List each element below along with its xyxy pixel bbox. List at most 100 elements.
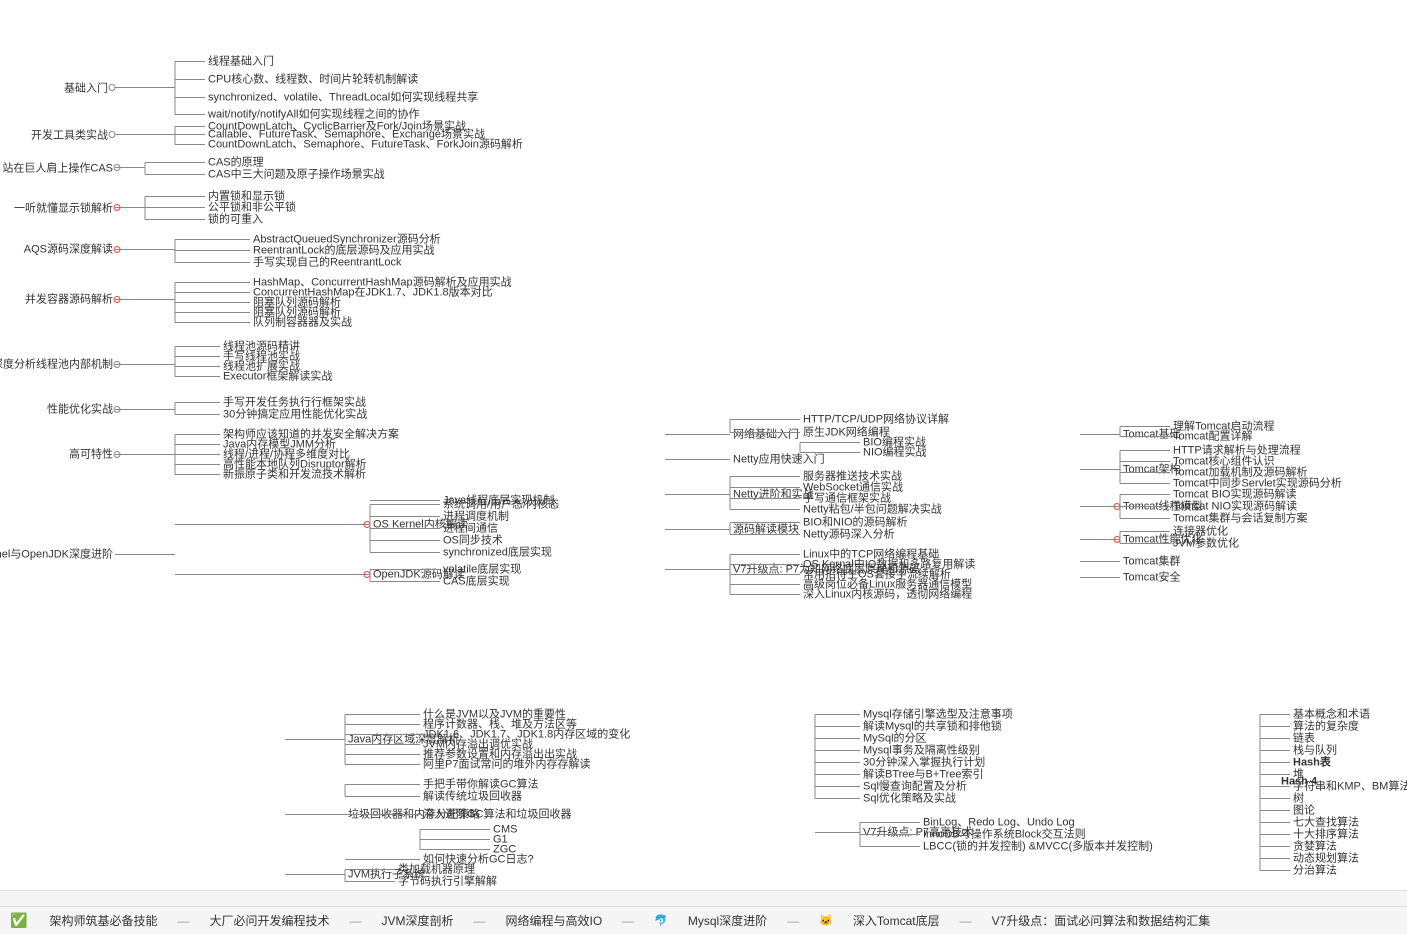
svg-text:进程调度机制: 进程调度机制 xyxy=(443,509,509,523)
svg-text:Tomcat中同步Servlet实现源码分析: Tomcat中同步Servlet实现源码分析 xyxy=(1173,476,1342,490)
svg-text:阿里P7面试常问的堆外内存存解读: 阿里P7面试常问的堆外内存存解读 xyxy=(423,757,590,771)
svg-text:手写开发任务执行行框架实战: 手写开发任务执行行框架实战 xyxy=(223,395,366,409)
svg-text:NIO编程实战: NIO编程实战 xyxy=(863,445,927,459)
svg-text:队列制容器器及实战: 队列制容器器及实战 xyxy=(253,315,352,329)
svg-text:wait/notify/notifyAll如何实现线程之间的: wait/notify/notifyAll如何实现线程之间的协作 xyxy=(207,107,419,121)
svg-text:线程基础入门: 线程基础入门 xyxy=(208,54,274,68)
svg-text:开发工具类实战: 开发工具类实战 xyxy=(31,128,108,142)
svg-text:七大查找算法: 七大查找算法 xyxy=(1293,815,1359,829)
nav-separator-3: — xyxy=(473,914,485,928)
nav-item-mysql[interactable]: Mysql深度进阶 xyxy=(688,912,767,929)
svg-text:AQS源码深度解读: AQS源码深度解读 xyxy=(24,242,113,256)
svg-text:Tomcat核心组件认识: Tomcat核心组件认识 xyxy=(1173,454,1274,468)
svg-text:新振原子类和开发流技术解析: 新振原子类和开发流技术解析 xyxy=(223,467,366,481)
svg-text:Sql慢查询配置及分析: Sql慢查询配置及分析 xyxy=(863,779,967,793)
svg-text:基础入门: 基础入门 xyxy=(64,81,108,95)
svg-text:性能优化实战: 性能优化实战 xyxy=(47,402,113,416)
svg-text:一听就懂显示锁解析: 一听就懂显示锁解析 xyxy=(14,201,113,215)
svg-text:手把手带你解读GC算法: 手把手带你解读GC算法 xyxy=(423,777,539,791)
svg-text:Hash表: Hash表 xyxy=(1293,755,1332,769)
main-container: 线程基础入门 CPU核心数、线程数、时间片轮转机制解读 synchronized… xyxy=(0,0,1407,934)
svg-text:深度分析线程池内部机制: 深度分析线程池内部机制 xyxy=(0,357,113,371)
bottom-nav: ✅ 架构师筑基必备技能 — 大厂必问开发编程技术 — JVM深度剖析 — 网络编… xyxy=(0,906,1407,934)
svg-text:解读Mysql的共享锁和排他锁: 解读Mysql的共享锁和排他锁 xyxy=(863,719,1002,733)
svg-text:30分钟深入掌握执行计划: 30分钟深入掌握执行计划 xyxy=(863,755,985,769)
nav-item-jvm[interactable]: JVM深度剖析 xyxy=(381,912,453,929)
svg-text:字节码执行引擎解解: 字节码执行引擎解解 xyxy=(398,874,497,888)
svg-text:Netty应用快速入门: Netty应用快速入门 xyxy=(733,452,825,466)
mindmap-diagram: 线程基础入门 CPU核心数、线程数、时间片轮转机制解读 synchronized… xyxy=(0,0,1407,934)
svg-text:BinLog、Redo Log、Undo Log: BinLog、Redo Log、Undo Log xyxy=(923,817,1075,829)
svg-text:volatile底层实现: volatile底层实现 xyxy=(443,562,521,576)
svg-text:栈与队列: 栈与队列 xyxy=(1293,743,1337,757)
svg-text:解读BTree与B+Tree索引: 解读BTree与B+Tree索引 xyxy=(863,767,984,781)
svg-text:synchronized底层实现: synchronized底层实现 xyxy=(443,545,552,559)
svg-text:Tomcat架构: Tomcat架构 xyxy=(1123,462,1180,476)
svg-text:BIO和NIO的源码解析: BIO和NIO的源码解析 xyxy=(803,515,908,529)
nav-item-dafang[interactable]: 大厂必问开发编程技术 xyxy=(209,912,329,929)
svg-text:Hash 4: Hash 4 xyxy=(1281,776,1318,788)
svg-text:HTTP/TCP/UDP网络协议详解: HTTP/TCP/UDP网络协议详解 xyxy=(803,412,949,426)
svg-text:MySql的分区: MySql的分区 xyxy=(863,731,927,745)
svg-text:CPU核心数、线程数、时间片轮转机制解读: CPU核心数、线程数、时间片轮转机制解读 xyxy=(208,72,418,86)
svg-text:HTTP请求解析与处理流程: HTTP请求解析与处理流程 xyxy=(1173,443,1301,457)
svg-text:Tomcat加载机制及源码解析: Tomcat加载机制及源码解析 xyxy=(1173,465,1307,479)
svg-text:Tomcat基础: Tomcat基础 xyxy=(1123,428,1180,441)
nav-icon-tomcat: 🐱 xyxy=(819,914,833,927)
svg-text:Mysql事务及隔离性级别: Mysql事务及隔离性级别 xyxy=(863,743,980,757)
svg-text:LBCC(锁的并发控制) &MVCC(多版本并发控制): LBCC(锁的并发控制) &MVCC(多版本并发控制) xyxy=(923,839,1153,853)
svg-text:深入Linux内核源码，透彻网络编程: 深入Linux内核源码，透彻网络编程 xyxy=(803,587,972,601)
svg-text:Tomcat集群: Tomcat集群 xyxy=(1123,554,1180,568)
svg-text:链表: 链表 xyxy=(1293,731,1315,745)
svg-text:Tomcat BIO实现源码解读: Tomcat BIO实现源码解读 xyxy=(1173,487,1296,501)
svg-text:高可特性: 高可特性 xyxy=(69,447,113,461)
nav-icon-arch: ✅ xyxy=(10,912,27,929)
nav-separator-6: — xyxy=(960,914,972,928)
svg-text:手写通信框架实战: 手写通信框架实战 xyxy=(803,491,891,505)
svg-text:解读传统垃圾回收器: 解读传统垃圾回收器 xyxy=(423,789,522,803)
svg-text:图论: 图论 xyxy=(1293,803,1315,817)
svg-text:V7升级点: P7为技术必备 Kernel与OpenJDK深: V7升级点: P7为技术必备 Kernel与OpenJDK深度进阶 xyxy=(0,547,113,561)
svg-text:ReentrantLock的底层源码及应用实战: ReentrantLock的底层源码及应用实战 xyxy=(253,243,435,257)
svg-text:手写实现自己的ReentrantLock: 手写实现自己的ReentrantLock xyxy=(253,255,402,269)
nav-separator-5: — xyxy=(787,914,799,928)
svg-text:Executor框架解读实战: Executor框架解读实战 xyxy=(223,369,332,383)
svg-text:CAS中三大问题及原子操作场景实战: CAS中三大问题及原子操作场景实战 xyxy=(208,167,385,181)
svg-text:树: 树 xyxy=(1293,791,1304,805)
svg-text:AbstractQueuedSynchronizer源码分析: AbstractQueuedSynchronizer源码分析 xyxy=(253,232,441,246)
svg-text:Sql优化策略及实战: Sql优化策略及实战 xyxy=(863,791,956,805)
nav-separator-2: — xyxy=(349,914,361,928)
svg-text:InnoDB与操作系统Block交互法则: InnoDB与操作系统Block交互法则 xyxy=(923,827,1086,841)
svg-text:公平锁和非公平锁: 公平锁和非公平锁 xyxy=(208,200,296,214)
svg-text:分治算法: 分治算法 xyxy=(1293,863,1337,877)
svg-text:并发容器源码解析: 并发容器源码解析 xyxy=(25,292,113,306)
svg-text:网络基础入门: 网络基础入门 xyxy=(733,427,799,441)
svg-text:源码解读模块: 源码解读模块 xyxy=(733,522,799,536)
svg-text:Tomcat NIO实现源码解读: Tomcat NIO实现源码解读 xyxy=(1173,499,1297,513)
svg-text:站在巨人肩上操作CAS: 站在巨人肩上操作CAS xyxy=(2,161,113,175)
svg-text:锁的可重入: 锁的可重入 xyxy=(208,212,263,226)
svg-text:Tomcat安全: Tomcat安全 xyxy=(1123,570,1180,584)
svg-text:Netty源码深入分析: Netty源码深入分析 xyxy=(803,527,895,541)
svg-text:深入进阶GC算法和垃圾回收器: 深入进阶GC算法和垃圾回收器 xyxy=(423,807,572,821)
nav-item-v7[interactable]: V7升级点：面试必问算法和数据结构汇集 xyxy=(992,912,1211,929)
svg-text:WebSocket通信实战: WebSocket通信实战 xyxy=(803,480,903,494)
nav-separator-4: — xyxy=(622,914,634,928)
svg-text:动态规划算法: 动态规划算法 xyxy=(1293,851,1359,865)
svg-text:Tomcat集群与会话复制方案: Tomcat集群与会话复制方案 xyxy=(1173,511,1307,525)
svg-text:30分钟搞定应用性能优化实战: 30分钟搞定应用性能优化实战 xyxy=(223,407,367,421)
svg-text:服务器推送技术实战: 服务器推送技术实战 xyxy=(803,469,902,483)
svg-text:CAS的原理: CAS的原理 xyxy=(208,155,264,169)
svg-text:算法的复杂度: 算法的复杂度 xyxy=(1293,719,1359,733)
svg-text:十大排序算法: 十大排序算法 xyxy=(1293,827,1359,841)
nav-separator-1: — xyxy=(177,914,189,928)
nav-icon-mysql: 🐬 xyxy=(654,914,668,927)
nav-item-network[interactable]: 网络编程与高效IO xyxy=(505,912,602,929)
nav-item-tomcat[interactable]: 深入Tomcat底层 xyxy=(853,912,940,929)
svg-text:synchronized、volatile、ThreadLo: synchronized、volatile、ThreadLocal如何实现线程共… xyxy=(208,90,478,104)
nav-item-arch[interactable]: 架构师筑基必备技能 xyxy=(49,912,157,929)
svg-text:CountDownLatch、Semaphore、Futur: CountDownLatch、Semaphore、FutureTask、Fork… xyxy=(208,137,523,151)
svg-text:内置锁和显示锁: 内置锁和显示锁 xyxy=(208,189,285,203)
svg-text:Java线程底层实现机制: Java线程底层实现机制 xyxy=(443,493,554,507)
svg-text:基本概念和术语: 基本概念和术语 xyxy=(1293,707,1370,721)
